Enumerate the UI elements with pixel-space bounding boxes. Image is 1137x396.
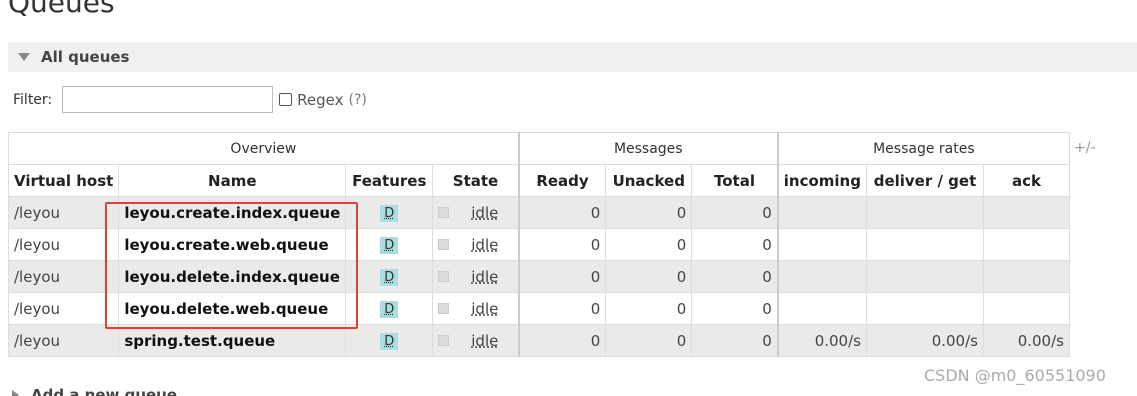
incoming-cell <box>776 228 867 261</box>
total-cell: 0 <box>691 324 779 357</box>
table-row: /leyou spring.test.queue D idle 0 0 0 0.… <box>7 324 1070 357</box>
ready-cell: 0 <box>517 196 607 229</box>
col-incoming[interactable]: incoming <box>776 164 867 197</box>
deliver-cell <box>865 260 984 293</box>
regex-help-link[interactable]: (?) <box>349 92 367 108</box>
add-queue-section-toggle[interactable]: Add a new queue <box>8 386 177 396</box>
add-queue-title: Add a new queue <box>31 386 178 396</box>
filter-row: Filter: Regex (?) <box>13 86 367 113</box>
ack-cell <box>982 196 1070 229</box>
state-indicator-icon <box>438 335 450 346</box>
section-title: All queues <box>41 48 130 66</box>
features-cell: D <box>345 324 434 357</box>
ready-cell: 0 <box>517 324 607 357</box>
group-message-rates: Message rates <box>776 132 1070 165</box>
state-cell: idle <box>432 260 520 293</box>
features-cell: D <box>345 260 434 293</box>
incoming-cell <box>776 196 867 229</box>
unacked-cell: 0 <box>605 292 693 325</box>
collapse-triangle-icon <box>18 53 30 61</box>
col-total[interactable]: Total <box>691 164 779 197</box>
state-indicator-icon <box>438 303 450 314</box>
deliver-cell: 0.00/s <box>865 324 984 357</box>
state-indicator-icon <box>438 207 450 218</box>
vhost-cell: /leyou <box>7 228 120 261</box>
state-cell: idle <box>432 292 520 325</box>
features-cell: D <box>345 292 434 325</box>
vhost-cell: /leyou <box>7 260 120 293</box>
vhost-cell: /leyou <box>7 292 120 325</box>
incoming-cell <box>776 260 867 293</box>
ack-cell <box>982 292 1070 325</box>
page-title: Queues <box>8 0 115 19</box>
total-cell: 0 <box>691 292 779 325</box>
incoming-cell: 0.00/s <box>776 324 867 357</box>
vhost-cell: /leyou <box>7 196 120 229</box>
col-deliver-get[interactable]: deliver / get <box>865 164 984 197</box>
watermark: CSDN @m0_60551090 <box>924 366 1106 385</box>
features-cell: D <box>345 228 434 261</box>
toggle-columns-link[interactable]: +/- <box>1074 140 1096 156</box>
queue-name-link[interactable]: spring.test.queue <box>118 324 347 357</box>
unacked-cell: 0 <box>605 196 693 229</box>
regex-checkbox[interactable] <box>279 93 293 106</box>
deliver-cell <box>865 228 984 261</box>
col-unacked[interactable]: Unacked <box>605 164 693 197</box>
filter-input[interactable] <box>62 86 274 113</box>
durable-badge: D <box>380 301 399 318</box>
state-cell: idle <box>432 228 520 261</box>
vhost-cell: /leyou <box>7 324 120 357</box>
state-text: idle <box>471 203 499 222</box>
col-ack[interactable]: ack <box>982 164 1070 197</box>
group-overview: Overview <box>7 132 520 165</box>
incoming-cell <box>776 292 867 325</box>
all-queues-section-toggle[interactable]: All queues <box>8 42 1137 72</box>
state-cell: idle <box>432 196 520 229</box>
unacked-cell: 0 <box>605 324 693 357</box>
ack-cell <box>982 228 1070 261</box>
durable-badge: D <box>380 237 399 254</box>
highlight-annotation-box <box>105 202 358 329</box>
state-text: idle <box>471 331 499 350</box>
state-indicator-icon <box>438 239 450 250</box>
group-messages: Messages <box>517 132 779 165</box>
state-text: idle <box>471 299 499 318</box>
deliver-cell <box>865 292 984 325</box>
col-features: Features <box>345 164 434 197</box>
state-text: idle <box>471 235 499 254</box>
unacked-cell: 0 <box>605 260 693 293</box>
ack-cell <box>982 260 1070 293</box>
durable-badge: D <box>380 333 399 350</box>
unacked-cell: 0 <box>605 228 693 261</box>
ack-cell: 0.00/s <box>982 324 1070 357</box>
ready-cell: 0 <box>517 260 607 293</box>
ready-cell: 0 <box>517 228 607 261</box>
deliver-cell <box>865 196 984 229</box>
state-indicator-icon <box>438 271 450 282</box>
filter-label: Filter: <box>13 91 53 108</box>
col-name[interactable]: Name <box>118 164 347 197</box>
total-cell: 0 <box>691 196 779 229</box>
durable-badge: D <box>380 269 399 286</box>
total-cell: 0 <box>691 260 779 293</box>
total-cell: 0 <box>691 228 779 261</box>
col-ready[interactable]: Ready <box>517 164 607 197</box>
state-cell: idle <box>432 324 520 357</box>
features-cell: D <box>345 196 434 229</box>
state-text: idle <box>471 267 499 286</box>
regex-label: Regex <box>297 90 344 109</box>
expand-triangle-icon <box>12 390 19 396</box>
ready-cell: 0 <box>517 292 607 325</box>
col-state[interactable]: State <box>432 164 520 197</box>
durable-badge: D <box>380 205 399 222</box>
col-virtual-host[interactable]: Virtual host <box>7 164 120 197</box>
